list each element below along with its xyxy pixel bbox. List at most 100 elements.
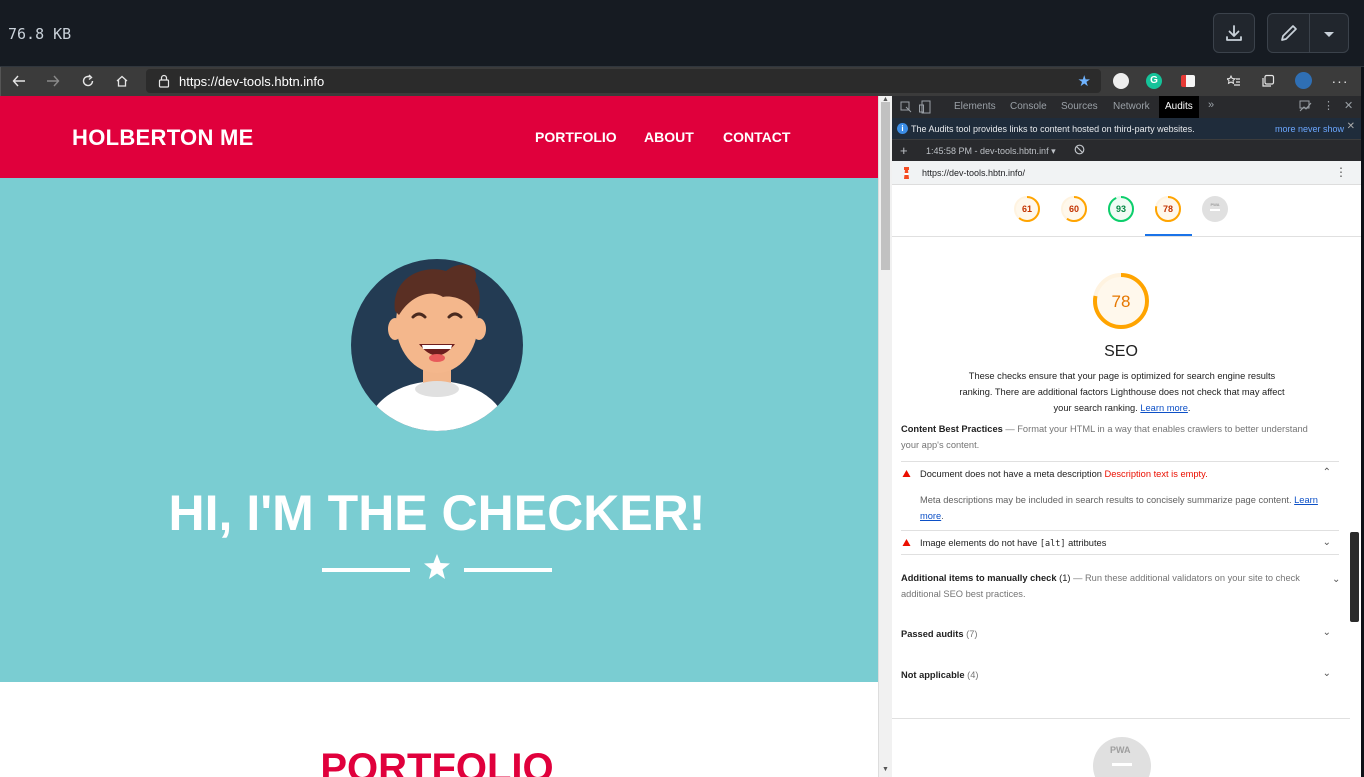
close-devtools-icon[interactable]: ✕ bbox=[1344, 99, 1353, 112]
devtools-scroll-thumb[interactable] bbox=[1350, 532, 1359, 622]
tab-console[interactable]: Console bbox=[1010, 101, 1047, 112]
extension-circle-icon[interactable] bbox=[1113, 73, 1129, 89]
edit-dropdown-button[interactable] bbox=[1322, 27, 1336, 45]
page-scrollbar[interactable]: ▲ ▼ bbox=[878, 96, 892, 777]
close-notice-icon[interactable]: ✕ bbox=[1347, 121, 1355, 132]
hero-divider-right bbox=[464, 568, 552, 572]
download-icon bbox=[1226, 25, 1242, 41]
nav-link-portfolio[interactable]: PORTFOLIO bbox=[535, 129, 617, 145]
page-scroll-thumb[interactable] bbox=[881, 102, 890, 270]
edit-button[interactable] bbox=[1278, 22, 1300, 49]
scroll-down-arrow-icon[interactable]: ▼ bbox=[882, 766, 889, 773]
home-icon[interactable] bbox=[113, 72, 131, 90]
pwa-gauge-bar bbox=[1112, 763, 1132, 766]
audit-meta-description-title: Document does not have a meta descriptio… bbox=[920, 469, 1102, 479]
button-divider bbox=[1309, 14, 1310, 52]
webpage-viewport: HOLBERTON ME PORTFOLIO ABOUT CONTACT HI,… bbox=[0, 96, 878, 777]
forward-icon[interactable] bbox=[44, 72, 62, 90]
pwa-gauge-label: PWA bbox=[1110, 745, 1131, 755]
gauge-seo[interactable]: 78 bbox=[1154, 195, 1182, 223]
gauge-pwa-label: PWA bbox=[1210, 202, 1219, 207]
hero-title: HI, I'M THE CHECKER! bbox=[168, 485, 706, 541]
collections-icon[interactable] bbox=[1259, 72, 1277, 90]
site-title[interactable]: HOLBERTON ME bbox=[72, 125, 254, 151]
chevron-down-icon[interactable]: ⌄ bbox=[1323, 537, 1331, 548]
report-url: https://dev-tools.hbtn.info/ bbox=[922, 168, 1026, 178]
not-applicable-title: Not applicable bbox=[901, 670, 965, 680]
download-button[interactable] bbox=[1213, 13, 1255, 53]
portfolio-section-title: PORTFOLIO bbox=[320, 746, 554, 777]
seo-description-text: These checks ensure that your page is op… bbox=[959, 371, 1285, 413]
report-url-bar: https://dev-tools.hbtn.info/ ⋮ bbox=[892, 161, 1361, 185]
new-audit-icon[interactable]: + bbox=[900, 143, 908, 158]
tab-elements[interactable]: Elements bbox=[954, 101, 996, 112]
tab-audits[interactable]: Audits bbox=[1159, 96, 1199, 118]
not-applicable-count: (4) bbox=[967, 670, 979, 680]
grammarly-icon[interactable]: G bbox=[1146, 73, 1162, 89]
more-menu-icon[interactable]: ··· bbox=[1331, 72, 1349, 90]
audit-image-alt-title-end: attributes bbox=[1068, 538, 1107, 548]
edit-button-group bbox=[1267, 13, 1349, 53]
audit-session-select[interactable]: 1:45:58 PM - dev-tools.hbtn.inf ▾ bbox=[926, 146, 1056, 157]
device-toolbar-icon[interactable] bbox=[919, 100, 931, 114]
more-tabs-icon[interactable]: » bbox=[1208, 99, 1214, 111]
devtools-panel: Elements Console Sources Network Audits … bbox=[892, 96, 1361, 777]
devtools-tabbar: Elements Console Sources Network Audits … bbox=[892, 96, 1361, 118]
site-header: HOLBERTON ME PORTFOLIO ABOUT CONTACT bbox=[0, 96, 878, 178]
warning-triangle-icon bbox=[902, 470, 911, 477]
content-best-practices-title: Content Best Practices bbox=[901, 424, 1003, 434]
gauge-accessibility[interactable]: 60 bbox=[1060, 195, 1088, 223]
manual-checks-title: Additional items to manually check bbox=[901, 573, 1057, 583]
profile-avatar[interactable] bbox=[1295, 72, 1312, 89]
gauge-performance[interactable]: 61 bbox=[1013, 195, 1041, 223]
passed-audits-count: (7) bbox=[966, 629, 978, 639]
active-gauge-indicator bbox=[1145, 234, 1192, 236]
clear-audits-icon[interactable] bbox=[1074, 144, 1085, 155]
seo-learn-more-link[interactable]: Learn more bbox=[1140, 403, 1188, 413]
back-icon[interactable] bbox=[10, 72, 28, 90]
chevron-up-icon[interactable]: ⌃ bbox=[1323, 467, 1331, 478]
extension-red-icon[interactable] bbox=[1181, 75, 1195, 87]
chevron-down-icon[interactable]: ⌄ bbox=[1323, 668, 1331, 679]
divider bbox=[901, 554, 1339, 555]
category-gauges: 61 60 93 78 PWA bbox=[892, 185, 1361, 237]
passed-audits-title: Passed audits bbox=[901, 629, 964, 639]
inspect-element-icon[interactable] bbox=[900, 101, 912, 113]
hero-divider-left bbox=[322, 568, 410, 572]
address-bar[interactable]: https://dev-tools.hbtn.info ★ bbox=[146, 69, 1101, 93]
devtools-menu-icon[interactable]: ⋮ bbox=[1323, 99, 1334, 112]
seo-score-gauge: 78 bbox=[1093, 273, 1149, 329]
nav-link-contact[interactable]: CONTACT bbox=[723, 129, 790, 145]
feedback-icon[interactable] bbox=[1299, 100, 1312, 113]
not-applicable-group[interactable]: Not applicable (4) ⌄ bbox=[901, 668, 1339, 680]
report-menu-icon[interactable]: ⋮ bbox=[1335, 165, 1347, 179]
audit-meta-description[interactable]: Document does not have a meta descriptio… bbox=[901, 461, 1339, 485]
manual-checks-count: (1) bbox=[1059, 573, 1071, 583]
gauge-performance-value: 61 bbox=[1022, 204, 1032, 214]
never-show-link[interactable]: more never show bbox=[1275, 124, 1344, 134]
tab-network[interactable]: Network bbox=[1113, 101, 1150, 112]
audit-image-alt-title: Image elements do not have bbox=[920, 538, 1038, 548]
manual-checks-group[interactable]: Additional items to manually check (1) —… bbox=[901, 570, 1313, 602]
seo-description: These checks ensure that your page is op… bbox=[959, 371, 1285, 413]
hero-section: HI, I'M THE CHECKER! bbox=[0, 178, 878, 682]
seo-category-title: SEO bbox=[1104, 343, 1138, 360]
file-size: 76.8 KB bbox=[8, 25, 72, 43]
info-icon: i bbox=[897, 123, 908, 134]
chevron-down-icon[interactable]: ⌄ bbox=[1323, 627, 1331, 638]
star-icon bbox=[424, 554, 450, 579]
favorites-list-icon[interactable] bbox=[1225, 72, 1243, 90]
gauge-pwa[interactable]: PWA bbox=[1201, 195, 1229, 223]
pencil-icon bbox=[1281, 25, 1297, 41]
refresh-icon[interactable] bbox=[79, 72, 97, 90]
tab-sources[interactable]: Sources bbox=[1061, 101, 1098, 112]
gauge-best-practices[interactable]: 93 bbox=[1107, 195, 1135, 223]
seo-score-value: 78 bbox=[1112, 292, 1131, 311]
nav-link-about[interactable]: ABOUT bbox=[644, 129, 694, 145]
content-best-practices-header: Content Best Practices — Format your HTM… bbox=[901, 421, 1321, 453]
lighthouse-icon bbox=[904, 167, 909, 179]
browser-toolbar: https://dev-tools.hbtn.info ★ G ··· bbox=[0, 67, 1361, 96]
passed-audits-group[interactable]: Passed audits (7) ⌄ bbox=[901, 627, 1339, 639]
favorite-star-icon[interactable]: ★ bbox=[1078, 72, 1091, 90]
audit-image-alt[interactable]: Image elements do not have [alt] attribu… bbox=[901, 530, 1339, 554]
